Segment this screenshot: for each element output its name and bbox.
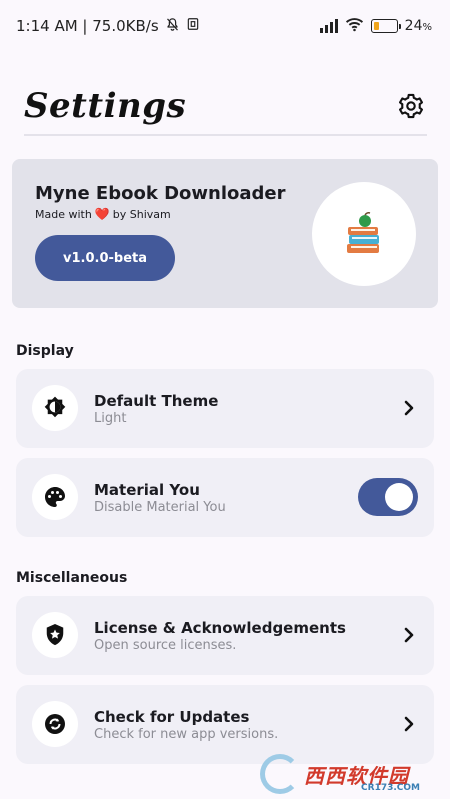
watermark-logo: 西西软件园 CR173.COM — [260, 751, 432, 797]
status-right: 24% — [319, 17, 432, 36]
heart-icon: ❤️ — [94, 207, 110, 221]
status-bar: 1:14 AM | 75.0KB/s 24% — [0, 0, 450, 52]
signal-icon — [319, 19, 338, 33]
material-you-toggle[interactable] — [358, 478, 418, 516]
license-title: License & Acknowledgements — [94, 619, 346, 637]
status-time-speed: 1:14 AM | 75.0KB/s — [16, 17, 159, 35]
wifi-icon — [345, 17, 364, 36]
toggle-knob — [385, 483, 413, 511]
license-item[interactable]: License & Acknowledgements Open source l… — [16, 596, 434, 675]
material-you-subtitle: Disable Material You — [94, 500, 226, 515]
material-you-item[interactable]: Material You Disable Material You — [16, 458, 434, 537]
books-with-apple-icon — [312, 182, 416, 286]
made-with-text: Made with ❤️ by Shivam — [35, 207, 171, 221]
nfc-icon — [186, 17, 200, 35]
default-theme-subtitle: Light — [94, 411, 127, 426]
header: Settings — [24, 84, 427, 136]
watermark-mark — [260, 754, 300, 794]
section-label-miscellaneous: Miscellaneous — [16, 570, 128, 586]
about-card: Myne Ebook Downloader Made with ❤️ by Sh… — [12, 159, 438, 308]
update-icon — [32, 701, 78, 747]
watermark-site: CR173.COM — [361, 783, 420, 793]
palette-icon — [32, 474, 78, 520]
version-button[interactable]: v1.0.0-beta — [35, 235, 175, 281]
battery-percent: 24% — [404, 18, 432, 34]
chevron-right-icon[interactable] — [402, 398, 416, 418]
default-theme-title: Default Theme — [94, 392, 219, 410]
battery-icon — [370, 19, 401, 33]
check-updates-subtitle: Check for new app versions. — [94, 727, 279, 742]
chevron-right-icon[interactable] — [402, 625, 416, 645]
material-you-title: Material You — [94, 481, 200, 499]
app-name: Myne Ebook Downloader — [35, 183, 286, 204]
section-label-display: Display — [16, 343, 74, 359]
check-updates-title: Check for Updates — [94, 708, 250, 726]
chevron-right-icon[interactable] — [402, 714, 416, 734]
mute-bell-icon — [165, 17, 180, 36]
brightness-icon — [32, 385, 78, 431]
gear-icon[interactable] — [395, 90, 427, 122]
default-theme-item[interactable]: Default Theme Light — [16, 369, 434, 448]
status-left: 1:14 AM | 75.0KB/s — [16, 17, 200, 36]
shield-star-icon — [32, 612, 78, 658]
page-title: Settings — [24, 86, 187, 126]
license-subtitle: Open source licenses. — [94, 638, 237, 653]
